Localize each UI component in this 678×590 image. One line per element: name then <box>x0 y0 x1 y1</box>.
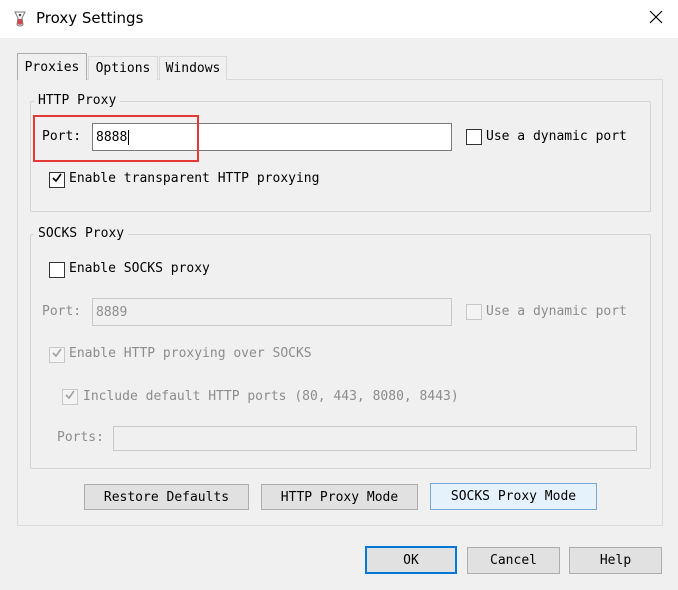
transparent-proxy-checkbox[interactable] <box>49 172 65 188</box>
http-proxy-group <box>30 101 651 212</box>
tab-proxies-label: Proxies <box>24 59 80 75</box>
close-icon <box>649 10 663 28</box>
window-title: Proxy Settings <box>36 9 144 27</box>
socks-proxy-mode-button[interactable]: SOCKS Proxy Mode <box>430 483 597 510</box>
socks-proxy-group-label: SOCKS Proxy <box>34 226 129 241</box>
socks-ports-input[interactable] <box>113 426 637 451</box>
ok-button[interactable]: OK <box>365 546 457 574</box>
http-port-label: Port: <box>42 129 82 144</box>
tab-proxies[interactable]: Proxies <box>17 53 87 80</box>
include-default-ports-checkbox[interactable] <box>62 389 78 405</box>
text-caret <box>128 129 130 145</box>
tab-options-label: Options <box>95 61 151 76</box>
socks-dynamic-port-checkbox[interactable] <box>466 304 482 320</box>
socks-port-value: 8889 <box>96 304 128 320</box>
cancel-label: Cancel <box>490 553 537 568</box>
help-label: Help <box>599 553 632 568</box>
checkmark-icon <box>51 347 63 363</box>
http-over-socks-label: Enable HTTP proxying over SOCKS <box>69 346 312 361</box>
socks-port-label: Port: <box>42 304 82 319</box>
http-port-value: 8888 <box>96 129 128 145</box>
http-proxy-group-label: HTTP Proxy <box>34 93 121 108</box>
tab-options[interactable]: Options <box>88 56 158 80</box>
http-dynamic-port-label: Use a dynamic port <box>486 129 627 144</box>
cancel-button[interactable]: Cancel <box>467 547 560 574</box>
fiddler-app-icon <box>12 10 28 28</box>
socks-ports-label: Ports: <box>57 430 104 445</box>
restore-defaults-label: Restore Defaults <box>103 489 230 505</box>
socks-proxy-mode-label: SOCKS Proxy Mode <box>450 489 577 504</box>
ok-label: OK <box>403 552 419 568</box>
http-proxy-mode-button[interactable]: HTTP Proxy Mode <box>261 484 418 510</box>
http-dynamic-port-checkbox[interactable] <box>466 129 482 145</box>
restore-defaults-button[interactable]: Restore Defaults <box>84 484 249 510</box>
help-button[interactable]: Help <box>569 547 662 574</box>
socks-dynamic-port-label: Use a dynamic port <box>486 304 627 319</box>
socks-port-input[interactable]: 8889 <box>92 298 452 326</box>
tab-windows[interactable]: Windows <box>159 56 227 80</box>
transparent-proxy-label: Enable transparent HTTP proxying <box>69 171 320 186</box>
tab-windows-label: Windows <box>165 61 221 76</box>
enable-socks-checkbox[interactable] <box>49 262 65 278</box>
include-default-ports-label: Include default HTTP ports (80, 443, 808… <box>83 389 459 404</box>
http-port-input[interactable]: 8888 <box>92 123 452 151</box>
http-over-socks-checkbox[interactable] <box>49 347 65 363</box>
close-button[interactable] <box>640 4 672 34</box>
http-proxy-mode-label: HTTP Proxy Mode <box>280 489 399 505</box>
enable-socks-label: Enable SOCKS proxy <box>69 261 210 276</box>
checkmark-icon <box>64 389 76 405</box>
checkmark-icon <box>51 172 63 188</box>
